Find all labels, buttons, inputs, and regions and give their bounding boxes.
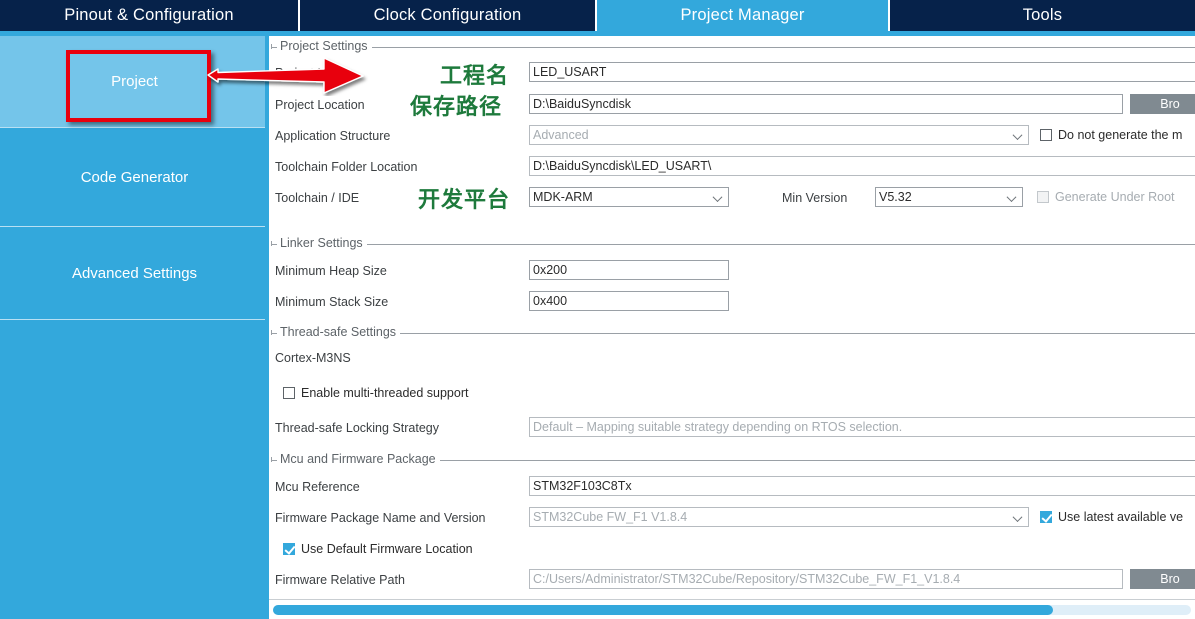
tab-clock-configuration[interactable]: Clock Configuration	[300, 0, 597, 31]
group-thread-safe-settings: Thread-safe Settings	[271, 325, 1195, 339]
annotation-project-name-cn: 工程名	[440, 64, 510, 89]
tab-project-manager[interactable]: Project Manager	[597, 0, 890, 31]
tab-label: Pinout & Configuration	[64, 6, 234, 24]
tab-label: Project Manager	[680, 6, 805, 24]
horizontal-scrollbar[interactable]	[273, 605, 1191, 615]
checkbox-label: Use Default Firmware Location	[301, 542, 473, 556]
pane-separator	[269, 599, 1195, 600]
label-min-version: Min Version	[782, 191, 848, 205]
enable-multithreaded-support-checkbox[interactable]: Enable multi-threaded support	[283, 386, 468, 400]
chevron-down-icon	[714, 195, 723, 204]
project-location-input[interactable]: D:\BaiduSyncdisk	[529, 94, 1123, 114]
chevron-down-icon	[1014, 515, 1023, 524]
main-tab-bar: Pinout & Configuration Clock Configurati…	[0, 0, 1195, 31]
group-mcu-firmware-package: Mcu and Firmware Package	[271, 452, 1195, 466]
mcu-reference-input: STM32F103C8Tx	[529, 476, 1195, 496]
project-settings-pane: Project Settings Project Name LED_USART …	[269, 36, 1195, 619]
checkbox-box	[283, 543, 295, 555]
chevron-down-icon	[1014, 133, 1023, 142]
tab-pinout-configuration[interactable]: Pinout & Configuration	[0, 0, 300, 31]
project-manager-sidebar: Project Code Generator Advanced Settings	[0, 36, 269, 619]
label-cortex-core: Cortex-M3NS	[275, 351, 351, 365]
label-toolchain-folder-location: Toolchain Folder Location	[275, 160, 418, 174]
tab-tools[interactable]: Tools	[890, 0, 1195, 31]
label-firmware-package-name-version: Firmware Package Name and Version	[275, 511, 486, 525]
annotation-toolchain-ide-cn: 开发平台	[418, 188, 511, 213]
group-title: Project Settings	[277, 39, 372, 53]
thread-safe-locking-strategy-input: Default – Mapping suitable strategy depe…	[529, 417, 1195, 437]
min-version-select[interactable]: V5.32	[875, 187, 1023, 207]
group-project-settings: Project Settings	[271, 39, 1195, 53]
minimum-heap-size-input[interactable]: 0x200	[529, 260, 729, 280]
project-location-browse-button[interactable]: Bro	[1130, 94, 1195, 114]
group-linker-settings: Linker Settings	[271, 236, 1195, 250]
label-toolchain-ide: Toolchain / IDE	[275, 191, 360, 205]
firmware-relative-path-browse-button[interactable]: Bro	[1130, 569, 1195, 589]
tab-label: Clock Configuration	[373, 6, 522, 24]
label-minimum-heap-size: Minimum Heap Size	[275, 264, 387, 278]
group-title: Thread-safe Settings	[277, 325, 401, 339]
checkbox-label: Enable multi-threaded support	[301, 386, 469, 400]
firmware-package-value: STM32Cube FW_F1 V1.8.4	[533, 510, 688, 524]
sidebar-item-advanced-settings[interactable]: Advanced Settings	[0, 227, 269, 320]
generate-under-root-checkbox[interactable]: Generate Under Root	[1037, 190, 1175, 204]
sidebar-item-label: Project	[111, 73, 158, 90]
label-firmware-relative-path: Firmware Relative Path	[275, 573, 405, 587]
checkbox-label: Generate Under Root	[1055, 190, 1175, 204]
min-version-value: V5.32	[879, 190, 912, 204]
do-not-generate-main-checkbox[interactable]: Do not generate the m	[1040, 128, 1182, 142]
annotation-project-location-cn: 保存路径	[410, 95, 503, 120]
project-name-input[interactable]: LED_USART	[529, 62, 1195, 82]
sidebar-item-label: Code Generator	[80, 168, 189, 186]
sidebar-empty-area	[0, 320, 269, 619]
application-structure-select[interactable]: Advanced	[529, 125, 1029, 145]
label-thread-safe-locking-strategy: Thread-safe Locking Strategy	[275, 421, 439, 435]
label-minimum-stack-size: Minimum Stack Size	[275, 295, 389, 309]
label-application-structure: Application Structure	[275, 129, 391, 143]
sidebar-item-label: Advanced Settings	[71, 264, 198, 282]
sidebar-item-code-generator[interactable]: Code Generator	[0, 128, 269, 227]
tab-label: Tools	[1022, 6, 1063, 24]
firmware-package-select[interactable]: STM32Cube FW_F1 V1.8.4	[529, 507, 1029, 527]
checkbox-box	[1040, 129, 1052, 141]
toolchain-ide-select[interactable]: MDK-ARM	[529, 187, 729, 207]
checkbox-label: Do not generate the m	[1058, 128, 1183, 142]
chevron-down-icon	[1008, 195, 1017, 204]
group-title: Mcu and Firmware Package	[277, 452, 440, 466]
toolchain-folder-location-input: D:\BaiduSyncdisk\LED_USART\	[529, 156, 1195, 176]
use-default-firmware-location-checkbox[interactable]: Use Default Firmware Location	[283, 542, 473, 556]
checkbox-box	[1037, 191, 1049, 203]
checkbox-label: Use latest available ve	[1058, 510, 1184, 524]
use-latest-version-checkbox[interactable]: Use latest available ve	[1040, 510, 1183, 524]
checkbox-box	[283, 387, 295, 399]
stm32cubemx-window: Pinout & Configuration Clock Configurati…	[0, 0, 1195, 619]
label-project-name: Project Name	[275, 66, 351, 80]
sidebar-item-project[interactable]: Project	[0, 36, 269, 128]
firmware-relative-path-input: C:/Users/Administrator/STM32Cube/Reposit…	[529, 569, 1123, 589]
minimum-stack-size-input[interactable]: 0x400	[529, 291, 729, 311]
horizontal-scrollbar-thumb[interactable]	[273, 605, 1054, 615]
toolchain-ide-value: MDK-ARM	[533, 190, 593, 204]
group-title: Linker Settings	[277, 236, 367, 250]
checkbox-box	[1040, 511, 1052, 523]
application-structure-value: Advanced	[533, 128, 589, 142]
label-project-location: Project Location	[275, 98, 365, 112]
label-mcu-reference: Mcu Reference	[275, 480, 360, 494]
